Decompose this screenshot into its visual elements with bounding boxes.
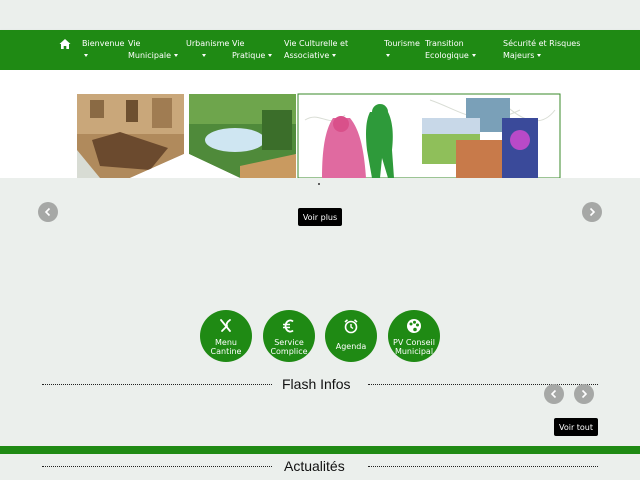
voir-tout-button[interactable]: Voir tout: [554, 418, 598, 436]
nav-label: Bienvenue: [82, 39, 125, 48]
nav-label: Urbanisme: [186, 39, 230, 48]
divider-right: [368, 384, 598, 385]
nav-label: Majeurs: [503, 51, 535, 60]
slider-banner: [0, 70, 640, 178]
event-photo-3: [456, 140, 502, 178]
chevron-left-icon: [550, 389, 557, 399]
flash-prev-button[interactable]: [544, 384, 564, 404]
caret-down-icon: [202, 54, 206, 57]
quick-link-label: Service: [274, 338, 304, 347]
quick-link-agenda[interactable]: Agenda: [325, 310, 377, 362]
voir-plus-button[interactable]: Voir plus: [298, 208, 342, 226]
nav-label: Municipale: [128, 51, 172, 60]
top-spacer: [0, 0, 640, 30]
nav-label: Vie Culturelle et: [284, 39, 349, 48]
quick-link-label: Cantine: [210, 347, 242, 356]
nav-item-transition-ecologique[interactable]: Transition Ecologique: [425, 38, 476, 62]
flash-infos-title: Flash Infos: [282, 376, 351, 392]
quick-link-pv-conseil[interactable]: PV Conseil Municipal: [388, 310, 440, 362]
caret-down-icon: [332, 54, 337, 57]
banner-collage-image: [77, 93, 561, 178]
nav-label: Pratique: [232, 51, 266, 60]
divider-left: [42, 466, 272, 467]
chevron-left-icon: [44, 207, 51, 217]
carousel-next-button[interactable]: [582, 202, 602, 222]
nav-label: Transition: [425, 39, 464, 48]
nav-item-securite-risques[interactable]: Sécurité et Risques Majeurs: [503, 38, 580, 62]
nav-item-vie-municipale[interactable]: Vie Municipale: [128, 38, 179, 62]
caret-down-icon: [386, 54, 390, 57]
palette-icon: [407, 319, 421, 333]
quick-link-menu-cantine[interactable]: Menu Cantine: [200, 310, 252, 362]
alarm-clock-icon: [344, 319, 358, 334]
carousel-prev-button[interactable]: [38, 202, 58, 222]
flash-next-button[interactable]: [574, 384, 594, 404]
slider-dot[interactable]: [318, 183, 320, 185]
nav-label: Vie: [232, 39, 245, 48]
chevron-right-icon: [581, 389, 588, 399]
chevron-right-icon: [589, 207, 596, 217]
euro-icon: [283, 319, 294, 333]
actualites-title: Actualités: [284, 458, 345, 474]
caret-down-icon: [471, 54, 476, 57]
nav-label: Tourisme: [384, 39, 420, 48]
quick-link-label: Menu: [215, 338, 237, 347]
nav-label: Associative: [284, 51, 330, 60]
divider-right: [368, 466, 598, 467]
home-icon[interactable]: [59, 38, 71, 50]
quick-link-service-complice[interactable]: Service Complice: [263, 310, 315, 362]
quick-link-label: Agenda: [335, 342, 367, 351]
nav-label: Sécurité et Risques: [503, 39, 581, 48]
nav-item-tourisme[interactable]: Tourisme: [384, 38, 420, 62]
nav-label: Ecologique: [425, 51, 469, 60]
quick-link-label: Municipal: [394, 347, 434, 356]
caret-down-icon: [268, 54, 273, 57]
quick-link-label: Complice: [270, 347, 308, 356]
nav-item-vie-culturelle[interactable]: Vie Culturelle et Associative: [284, 38, 348, 62]
caret-down-icon: [84, 54, 88, 57]
caret-down-icon: [174, 54, 179, 57]
main-navigation: Bienvenue Vie Municipale Urbanisme Vie P…: [0, 30, 640, 70]
nav-item-vie-pratique[interactable]: Vie Pratique: [232, 38, 273, 62]
quick-link-label: PV Conseil: [393, 338, 435, 347]
nav-item-bienvenue[interactable]: Bienvenue: [82, 38, 124, 62]
caret-down-icon: [537, 54, 542, 57]
utensils-icon: [220, 319, 231, 332]
divider-left: [42, 384, 272, 385]
nav-item-urbanisme[interactable]: Urbanisme: [186, 38, 229, 62]
nav-label: Vie: [128, 39, 141, 48]
